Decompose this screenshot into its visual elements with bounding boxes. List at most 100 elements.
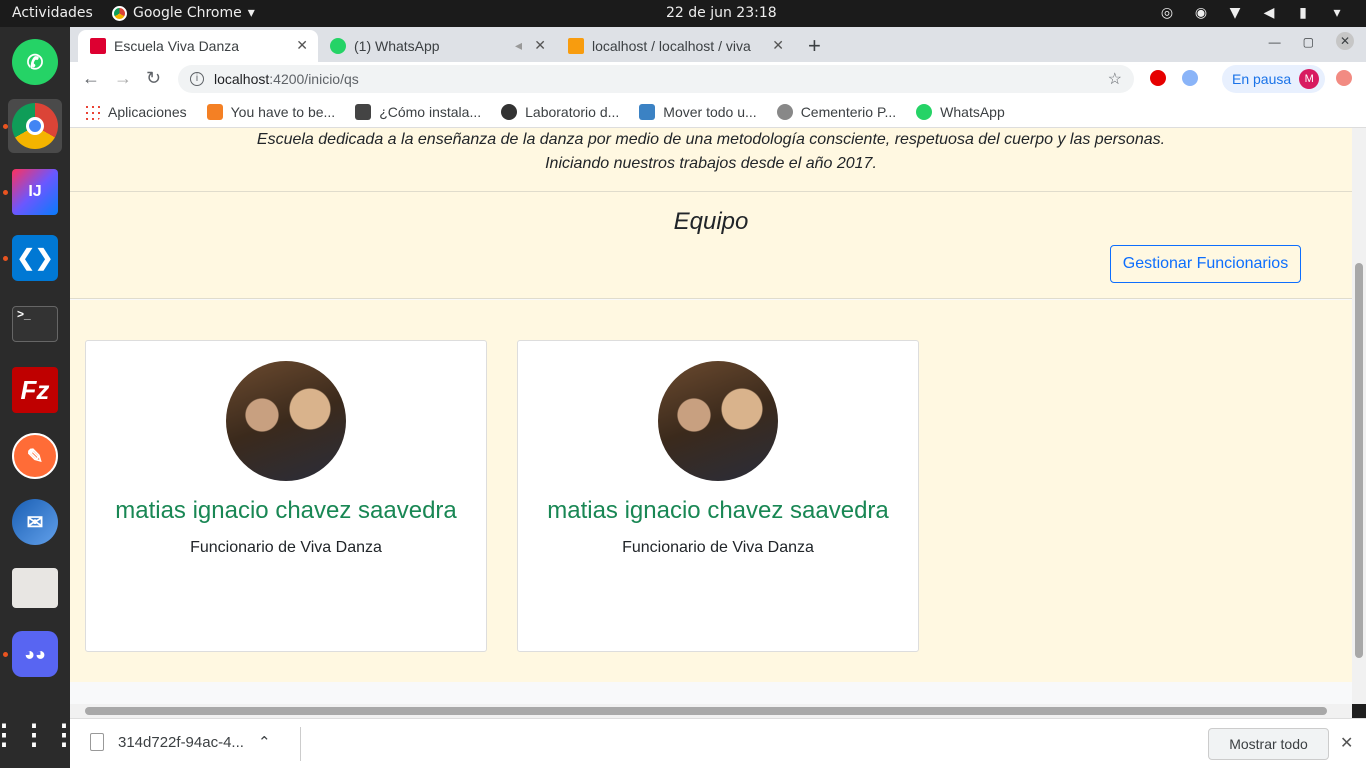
close-icon[interactable]: ✕ <box>1340 733 1353 753</box>
address-bar[interactable]: i localhost:4200/inicio/qs ☆ <box>178 65 1134 93</box>
dock-thunderbird[interactable]: ✉ <box>8 495 62 549</box>
discord-icon: ◕◕ <box>12 631 58 677</box>
new-tab-button[interactable]: + <box>808 33 821 59</box>
staff-name: matias ignacio chavez saavedra <box>115 497 457 524</box>
team-cards-section: matias ignacio chavez saavedra Funcionar… <box>70 300 1352 682</box>
close-icon[interactable]: ✕ <box>772 37 784 54</box>
postman-icon: ✎ <box>12 433 58 479</box>
stackoverflow-icon <box>206 103 223 120</box>
chrome-icon <box>112 5 127 21</box>
whatsapp-icon <box>330 38 346 54</box>
wifi-icon[interactable]: ▼ <box>1226 4 1244 22</box>
download-item[interactable]: 314d722f-94ac-4... ⌃ <box>90 733 271 751</box>
apps-grid-icon <box>84 103 100 120</box>
dock-chrome[interactable] <box>8 99 62 153</box>
dock-terminal[interactable]: >_ <box>8 297 62 351</box>
dock-vscode[interactable]: ❮❯ <box>8 231 62 285</box>
intro-text-line2: Iniciando nuestros trabajos desde el año… <box>545 155 877 172</box>
thunderbird-icon: ✉ <box>12 499 58 545</box>
image-icon <box>639 103 656 120</box>
bookmark-item[interactable]: You have to be... <box>206 103 336 120</box>
tab-title: Escuela Viva Danza <box>114 38 240 54</box>
dock-filezilla[interactable]: Fz <box>8 363 62 417</box>
manage-staff-button[interactable]: Gestionar Funcionarios <box>1110 245 1301 283</box>
bookmark-item[interactable]: Cementerio P... <box>776 103 897 120</box>
discord-tray-icon[interactable]: ◉ <box>1192 4 1210 22</box>
bookmark-label: ¿Cómo instala... <box>379 103 482 120</box>
bookmark-label: Cementerio P... <box>800 103 897 120</box>
bookmark-label: You have to be... <box>230 103 336 120</box>
team-header-section: Equipo Gestionar Funcionarios <box>70 192 1352 299</box>
avatar: M <box>1299 69 1320 89</box>
download-filename: 314d722f-94ac-4... <box>118 733 244 751</box>
adblock-extension-icon[interactable] <box>1150 70 1166 86</box>
vertical-scrollbar[interactable] <box>1352 128 1366 704</box>
window-controls: — ▢ ✕ <box>1269 32 1354 50</box>
angular-icon <box>90 38 106 54</box>
globe-icon <box>501 103 518 120</box>
system-tray[interactable]: ◎ ◉ ▼ ◀ ▮ ▾ <box>1158 4 1346 22</box>
bookmark-star-icon[interactable]: ☆ <box>1108 69 1122 89</box>
dock-postman[interactable]: ✎ <box>8 429 62 483</box>
bookmark-label: Mover todo u... <box>663 103 757 120</box>
staff-card: matias ignacio chavez saavedra Funcionar… <box>85 340 487 652</box>
extension-icon[interactable] <box>1182 70 1198 86</box>
clock[interactable]: 22 de jun 23:18 <box>666 5 777 21</box>
page-icon <box>355 103 372 120</box>
bookmark-item[interactable]: WhatsApp <box>916 103 1005 120</box>
divider <box>300 727 301 761</box>
bookmark-item[interactable]: ¿Cómo instala... <box>355 103 482 120</box>
bookmark-label: Aplicaciones <box>108 103 187 120</box>
bookmark-item[interactable]: Laboratorio d... <box>501 103 620 120</box>
vscode-icon: ❮❯ <box>12 235 58 281</box>
tab-phpmyadmin[interactable]: localhost / localhost / viva ✕ <box>556 30 794 62</box>
site-info-icon[interactable]: i <box>190 72 204 86</box>
dock-files[interactable] <box>8 561 62 615</box>
bookmark-label: Laboratorio d... <box>525 103 620 120</box>
bookmark-label: WhatsApp <box>940 103 1005 120</box>
profile-button[interactable]: En pausa M <box>1222 65 1326 93</box>
app-menu[interactable]: Google Chrome ▾ <box>112 5 255 21</box>
bookmarks-bar: Aplicaciones You have to be... ¿Cómo ins… <box>70 96 1366 128</box>
tab-escuela-viva-danza[interactable]: Escuela Viva Danza ✕ <box>78 30 318 62</box>
dock-intellij[interactable]: IJ <box>8 165 62 219</box>
back-button[interactable]: ← <box>82 68 100 89</box>
whatsapp-icon: ✆ <box>12 39 58 85</box>
maximize-icon[interactable]: ▢ <box>1303 35 1314 50</box>
power-menu-icon[interactable]: ▾ <box>1328 4 1346 22</box>
chevron-up-icon[interactable]: ⌃ <box>258 733 271 751</box>
close-window-icon[interactable]: ✕ <box>1336 32 1354 50</box>
chrome-icon <box>12 103 58 149</box>
dock-discord[interactable]: ◕◕ <box>8 627 62 681</box>
scrollbar-thumb[interactable] <box>1355 263 1363 658</box>
show-all-button[interactable]: Mostrar todo <box>1208 728 1329 760</box>
minimize-icon[interactable]: — <box>1269 35 1281 50</box>
intellij-icon: IJ <box>12 169 58 215</box>
staff-role: Funcionario de Viva Danza <box>622 539 814 556</box>
close-icon[interactable]: ✕ <box>534 37 546 54</box>
bookmark-item[interactable]: Mover todo u... <box>639 103 757 120</box>
show-applications-button[interactable]: ⋮⋮⋮ <box>0 707 78 761</box>
site-icon <box>776 103 793 120</box>
whatsapp-tray-icon[interactable]: ◎ <box>1158 4 1176 22</box>
reload-button[interactable]: ↻ <box>146 68 161 89</box>
tab-whatsapp[interactable]: (1) WhatsApp ◂ ✕ <box>318 30 556 62</box>
horizontal-scrollbar[interactable] <box>70 704 1352 718</box>
staff-photo <box>658 361 778 481</box>
app-menu-label: Google Chrome <box>133 5 242 21</box>
update-icon[interactable] <box>1336 70 1352 86</box>
activities-button[interactable]: Actividades <box>12 5 93 21</box>
volume-icon[interactable]: ◀ <box>1260 4 1278 22</box>
dock-whatsapp[interactable]: ✆ <box>8 35 62 89</box>
close-icon[interactable]: ✕ <box>296 37 308 54</box>
forward-button[interactable]: → <box>114 68 132 89</box>
tab-title: (1) WhatsApp <box>354 38 440 54</box>
tab-strip: Escuela Viva Danza ✕ (1) WhatsApp ◂ ✕ lo… <box>70 27 1366 62</box>
staff-role: Funcionario de Viva Danza <box>190 539 382 556</box>
mute-icon[interactable]: ◂ <box>515 37 522 54</box>
staff-name: matias ignacio chavez saavedra <box>547 497 889 524</box>
bookmark-apps[interactable]: Aplicaciones <box>84 103 187 120</box>
battery-icon[interactable]: ▮ <box>1294 4 1312 22</box>
team-title: Equipo <box>673 208 749 235</box>
scrollbar-thumb[interactable] <box>85 707 1327 715</box>
